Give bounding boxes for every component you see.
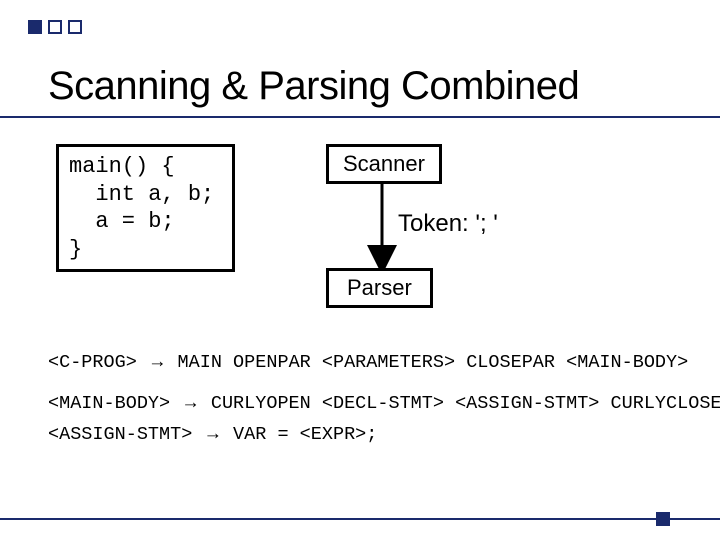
grammar-rule-2: <MAIN-BODY> → CURLYOPEN <DECL-STMT> <ASS… (48, 389, 720, 418)
footer-square-decor (656, 512, 670, 526)
rule-lhs: <C-PROG> (48, 352, 137, 373)
footer-line (0, 518, 720, 520)
rule-rhs: MAIN OPENPAR <PARAMETERS> CLOSEPAR <MAIN… (178, 352, 689, 373)
grammar-rule-1: <C-PROG> → MAIN OPENPAR <PARAMETERS> CLO… (48, 348, 720, 377)
decor-square (48, 20, 62, 34)
parser-box: Parser (326, 268, 433, 308)
grammar-rules: <C-PROG> → MAIN OPENPAR <PARAMETERS> CLO… (48, 348, 720, 460)
source-code-box: main() { int a, b; a = b; } (56, 144, 235, 272)
arrow-icon: → (181, 391, 200, 412)
rule-rhs: CURLYOPEN <DECL-STMT> <ASSIGN-STMT> CURL… (211, 393, 720, 414)
token-label: Token: '; ' (398, 210, 498, 238)
slide-bullet-decor (28, 20, 82, 34)
decor-square (28, 20, 42, 34)
arrow-icon: → (203, 422, 222, 443)
rule-lhs: <MAIN-BODY> (48, 393, 170, 414)
arrow-icon: → (148, 350, 167, 371)
decor-square (68, 20, 82, 34)
grammar-rule-3: <ASSIGN-STMT> → VAR = <EXPR>; (48, 420, 720, 449)
rule-lhs: <ASSIGN-STMT> (48, 424, 192, 445)
arrow-scanner-to-parser (370, 182, 400, 272)
scanner-box: Scanner (326, 144, 442, 184)
title-underline (0, 116, 720, 118)
slide-title: Scanning & Parsing Combined (48, 64, 579, 109)
rule-rhs: VAR = <EXPR>; (233, 424, 377, 445)
